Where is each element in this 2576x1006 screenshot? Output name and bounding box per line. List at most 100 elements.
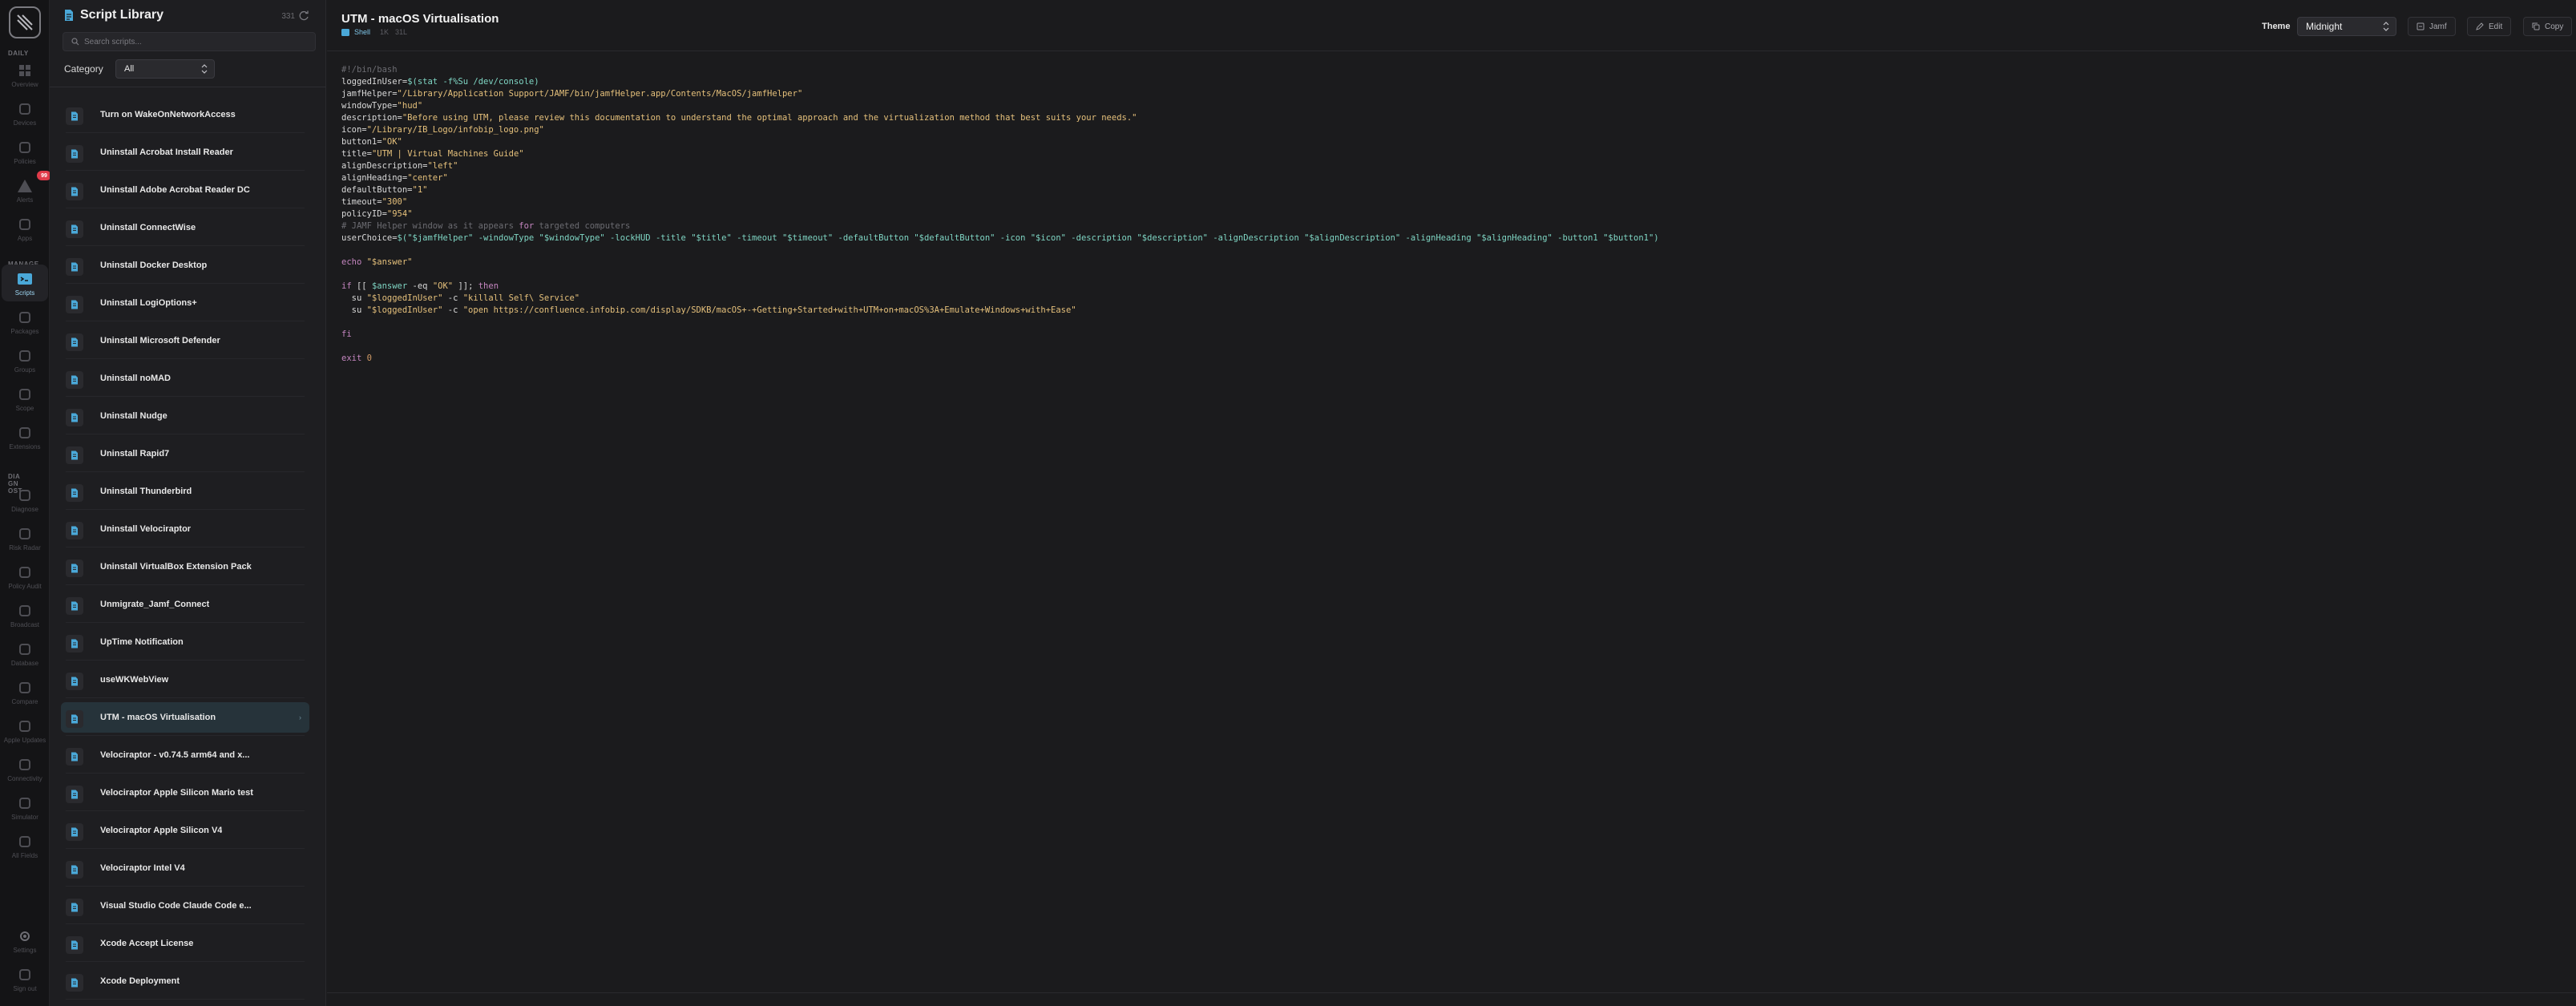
code-token: $(stat -f%Su /dev/console) <box>407 77 539 87</box>
rail-item-simulator[interactable]: Simulator <box>2 789 48 826</box>
list-item[interactable]: Uninstall ConnectWise <box>61 212 309 246</box>
rail-item-settings[interactable]: Settings <box>2 922 48 959</box>
code-token: targeted computers <box>534 221 631 231</box>
code-line: loggedInUser=$(stat -f%Su /dev/console) <box>341 76 1659 88</box>
category-select[interactable]: All <box>115 59 215 79</box>
list-item[interactable]: Uninstall LogiOptions+ <box>61 288 309 321</box>
rail-item-apps[interactable]: Apps <box>2 210 48 247</box>
rail-item-devices[interactable]: Devices <box>2 95 48 131</box>
rail-item-label: Sign out <box>13 984 37 992</box>
code-line: timeout="300" <box>341 196 1659 208</box>
code-token: for <box>519 221 535 231</box>
list-item[interactable]: UTM - macOS Virtualisation › <box>61 702 309 736</box>
rail-item-extensions[interactable]: Extensions <box>2 418 48 455</box>
laptop-icon <box>16 100 34 118</box>
copy-icon <box>2532 22 2540 30</box>
list-item[interactable]: Uninstall Rapid7 <box>61 438 309 472</box>
rail-item-compare[interactable]: Compare <box>2 673 48 710</box>
edit-button[interactable]: Edit <box>2467 17 2512 36</box>
chevron-updown-icon <box>201 64 208 74</box>
code-token: "OK" <box>432 281 454 291</box>
list-item[interactable]: Unmigrate_Jamf_Connect <box>61 589 309 623</box>
rail-item-packages[interactable]: Packages <box>2 303 48 340</box>
list-separator <box>66 170 305 171</box>
rail-item-database[interactable]: Database <box>2 635 48 672</box>
rail-item-groups[interactable]: Groups <box>2 341 48 378</box>
list-item[interactable]: Uninstall Docker Desktop <box>61 250 309 284</box>
script-file-icon <box>66 861 83 879</box>
sidebar-header: Script Library <box>64 8 164 22</box>
code-token: "1" <box>412 185 428 195</box>
rail-item-policies[interactable]: Policies <box>2 133 48 170</box>
rail-item-label: Diagnose <box>11 505 38 513</box>
code-line: button1="OK" <box>341 136 1659 148</box>
code-token: ]]; <box>453 281 478 291</box>
code-token: policyID= <box>341 209 387 219</box>
list-item[interactable]: Xcode Accept License <box>61 928 309 962</box>
code-token: "UTM | Virtual Machines Guide" <box>371 149 524 159</box>
edit-button-label: Edit <box>2489 22 2503 31</box>
list-item-label: UpTime Notification <box>100 637 184 647</box>
rail-item-sign-out[interactable]: Sign out <box>2 960 48 997</box>
search-input[interactable] <box>84 37 309 46</box>
list-item[interactable]: Uninstall Thunderbird <box>61 476 309 510</box>
rail-item-diagnose[interactable]: Diagnose <box>2 481 48 518</box>
list-item-label: Uninstall Rapid7 <box>100 449 170 459</box>
code-token: title= <box>341 149 372 159</box>
script-file-icon <box>66 371 83 389</box>
code-viewer[interactable]: #!/bin/bash loggedInUser=$(stat -f%Su /de… <box>341 64 1659 365</box>
script-file-icon <box>66 333 83 351</box>
simulator-icon <box>16 794 34 812</box>
code-line: # JAMF Helper window as it appears for t… <box>341 220 1659 232</box>
script-file-icon <box>66 823 83 841</box>
script-file-icon <box>66 183 83 200</box>
list-item[interactable]: useWKWebView <box>61 665 309 698</box>
list-item[interactable]: Uninstall noMAD <box>61 363 309 397</box>
rail-item-connectivity[interactable]: Connectivity <box>2 750 48 787</box>
app-logo[interactable] <box>9 6 41 38</box>
list-item[interactable]: Uninstall Nudge <box>61 401 309 434</box>
list-item[interactable]: Uninstall VirtualBox Extension Pack <box>61 551 309 585</box>
list-item[interactable]: Xcode Deployment <box>61 966 309 1000</box>
list-item[interactable]: Velociraptor Apple Silicon Mario test <box>61 778 309 811</box>
rail-item-apple-updates[interactable]: Apple Updates <box>2 712 48 749</box>
list-item[interactable]: UpTime Notification <box>61 627 309 661</box>
rail-item-label: Risk Radar <box>9 543 41 551</box>
list-item[interactable]: Visual Studio Code Claude Code e... <box>61 891 309 924</box>
list-item-label: UTM - macOS Virtualisation <box>100 713 216 722</box>
list-item-label: Uninstall LogiOptions+ <box>100 298 197 308</box>
list-separator <box>66 735 305 736</box>
rail-item-overview[interactable]: Overview <box>2 56 48 93</box>
rail-item-policy-audit[interactable]: Policy Audit <box>2 558 48 595</box>
list-item[interactable]: Uninstall Adobe Acrobat Reader DC <box>61 175 309 208</box>
list-item[interactable]: Velociraptor Intel V4 <box>61 853 309 887</box>
list-item-label: Xcode Accept License <box>100 939 194 948</box>
list-item[interactable]: Turn on WakeOnNetworkAccess <box>61 99 309 133</box>
script-file-icon <box>66 484 83 502</box>
refresh-icon[interactable] <box>298 10 309 22</box>
code-token: description= <box>341 113 402 123</box>
rail-item-risk-radar[interactable]: Risk Radar <box>2 519 48 556</box>
search-box <box>63 32 316 51</box>
list-item[interactable]: Uninstall Velociraptor <box>61 514 309 547</box>
rail-item-scope[interactable]: Scope <box>2 380 48 417</box>
rail-item-label: Overview <box>11 80 38 88</box>
list-item[interactable]: Uninstall Microsoft Defender <box>61 325 309 359</box>
rail-item-scripts[interactable]: Scripts <box>2 265 48 301</box>
copy-button[interactable]: Copy <box>2523 17 2573 36</box>
cube-icon <box>16 216 34 233</box>
list-item[interactable]: Velociraptor Apple Silicon V4 <box>61 815 309 849</box>
code-token: su <box>341 305 367 315</box>
script-file-icon <box>66 145 83 163</box>
code-token: timeout= <box>341 197 382 207</box>
code-token: icon= <box>341 125 367 135</box>
script-file-icon <box>66 899 83 916</box>
rail-item-broadcast[interactable]: Broadcast <box>2 596 48 633</box>
file-icon <box>65 10 73 21</box>
jamf-button[interactable]: Jamf <box>2408 17 2456 36</box>
rail-item-all-fields[interactable]: All Fields <box>2 827 48 864</box>
theme-select[interactable]: Midnight <box>2297 17 2396 36</box>
list-item[interactable]: Uninstall Acrobat Install Reader <box>61 137 309 171</box>
list-item[interactable]: Velociraptor - v0.74.5 arm64 and x... <box>61 740 309 774</box>
